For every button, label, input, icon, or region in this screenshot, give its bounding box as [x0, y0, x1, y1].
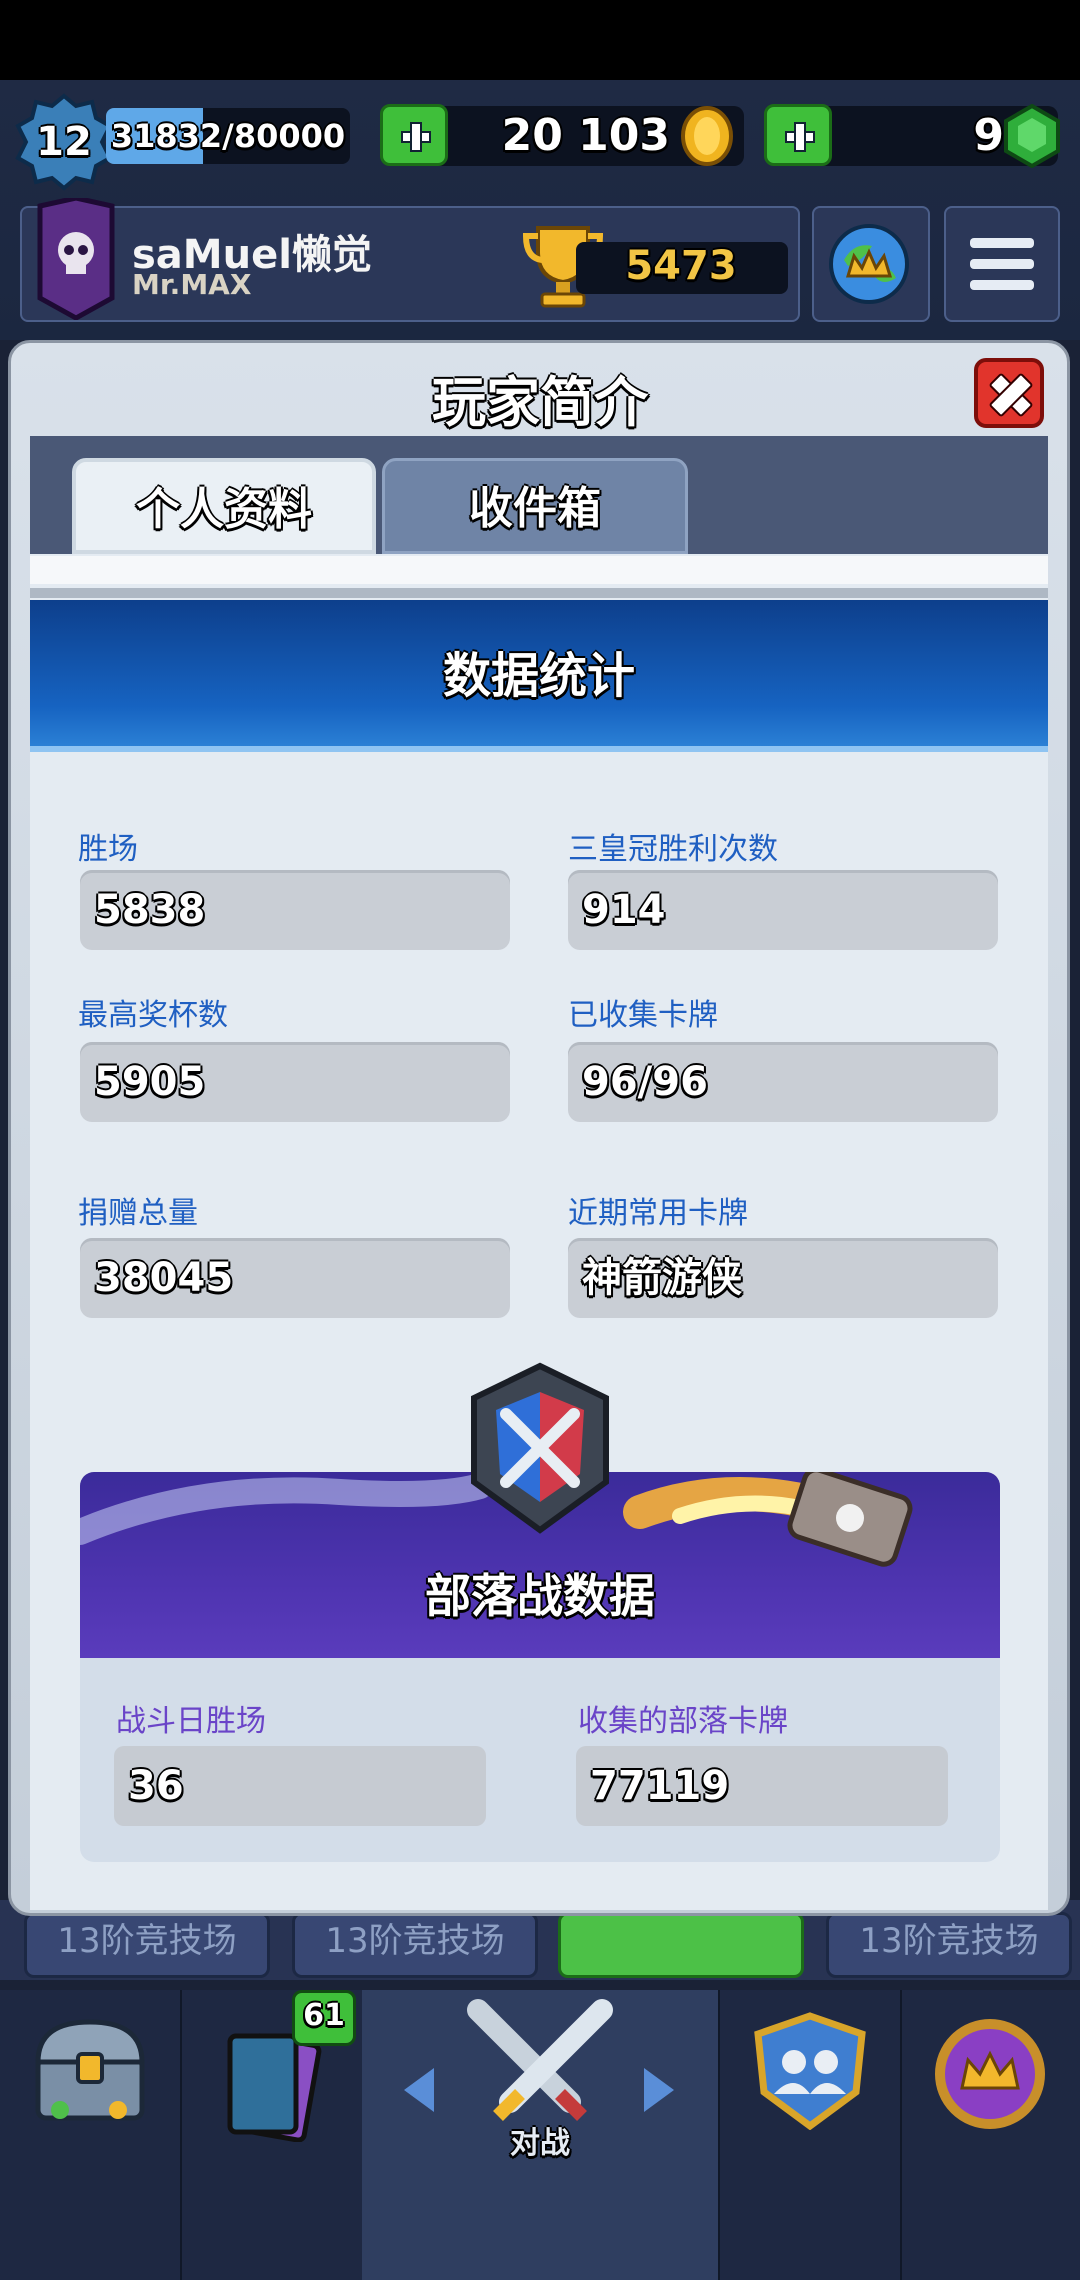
clan-box-battle-wins: 36	[114, 1746, 486, 1826]
treasure-chest-icon	[35, 2019, 145, 2121]
stat-box-donations: 38045	[80, 1238, 510, 1318]
stat-label-donations: 捐赠总量	[78, 1196, 198, 1231]
clan-label-battle-wins: 战斗日胜场	[116, 1704, 266, 1739]
arena-button-3[interactable]: 13阶竞技场	[826, 1912, 1072, 1978]
menu-icon	[970, 238, 1034, 290]
nav-left-arrow-icon[interactable]	[404, 2068, 434, 2112]
stat-value-cards-found: 96/96	[582, 1059, 708, 1105]
stat-label-three-crowns: 三皇冠胜利次数	[568, 832, 778, 867]
stat-value-best-trophies: 5905	[94, 1059, 206, 1105]
top-hud: 12 31832/80000 20 103 9 saMuel懒觉 Mr.MAX	[0, 80, 1080, 340]
gold-value: 20 103	[501, 110, 670, 161]
trophy-count: 5473	[625, 243, 737, 289]
laurel-crown-icon	[935, 2019, 1045, 2129]
tab-profile[interactable]: 个人资料	[72, 458, 376, 554]
gems-value: 9	[973, 110, 1004, 161]
stat-box-favorite-card: 神箭游侠	[568, 1238, 998, 1318]
stat-box-cards-found: 96/96	[568, 1042, 998, 1122]
clan-value-collected-cards: 77119	[590, 1763, 730, 1809]
divider	[30, 588, 1048, 598]
nav-shop[interactable]	[0, 1990, 182, 2280]
globe-crown-icon	[829, 224, 909, 304]
stat-label-wins: 胜场	[78, 832, 138, 867]
stat-box-best-trophies: 5905	[80, 1042, 510, 1122]
stat-box-wins: 5838	[80, 870, 510, 950]
nav-cards[interactable]: 61	[180, 1990, 364, 2280]
battle-label: 对战	[510, 2126, 570, 2161]
xp-text: 31832/80000	[110, 117, 346, 155]
arena-button-2[interactable]: 13阶竞技场	[292, 1912, 538, 1978]
clan-badge-icon	[37, 198, 115, 320]
stat-value-wins: 5838	[94, 887, 206, 933]
add-gold-button[interactable]	[380, 104, 448, 166]
clan-box-collected-cards: 77119	[576, 1746, 948, 1826]
arena-button-1[interactable]: 13阶竞技场	[24, 1912, 270, 1978]
stat-value-donations: 38045	[94, 1255, 234, 1301]
add-gems-button[interactable]	[764, 104, 832, 166]
clan-name: Mr.MAX	[132, 268, 252, 301]
level-number: 12	[36, 119, 92, 165]
gem-icon	[1004, 104, 1060, 168]
clan-war-title: 部落战数据	[425, 1569, 655, 1623]
cards-count-badge: 61	[292, 1990, 356, 2046]
close-button[interactable]	[974, 358, 1044, 428]
xp-bar: 31832/80000	[106, 108, 350, 164]
clan-shield-icon	[754, 2012, 866, 2130]
stat-value-favorite-card: 神箭游侠	[582, 1255, 742, 1301]
arena-button-active[interactable]	[558, 1912, 804, 1978]
stat-label-best-trophies: 最高奖杯数	[78, 998, 228, 1033]
nav-clan[interactable]	[718, 1990, 902, 2280]
stat-label-favorite-card: 近期常用卡牌	[568, 1196, 748, 1231]
tab-inbox[interactable]: 收件箱	[382, 458, 688, 554]
modal-title: 玩家简介	[432, 371, 648, 434]
clan-label-collected-cards: 收集的部落卡牌	[578, 1704, 788, 1739]
clan-war-badge-icon	[471, 1362, 609, 1534]
menu-button[interactable]	[944, 206, 1060, 322]
stat-value-three-crowns: 914	[582, 887, 666, 933]
crossed-swords-icon	[467, 1999, 613, 2121]
stat-box-three-crowns: 914	[568, 870, 998, 950]
stat-label-cards-found: 已收集卡牌	[568, 998, 718, 1033]
nav-tournaments[interactable]	[900, 1990, 1080, 2280]
stats-title: 数据统计	[442, 648, 635, 704]
clan-value-battle-wins: 36	[128, 1763, 184, 1809]
gold-coin-icon	[681, 106, 733, 166]
nav-right-arrow-icon[interactable]	[644, 2068, 674, 2112]
tv-royale-button[interactable]	[812, 206, 930, 322]
divider	[30, 556, 1048, 584]
status-bar	[0, 0, 1080, 80]
